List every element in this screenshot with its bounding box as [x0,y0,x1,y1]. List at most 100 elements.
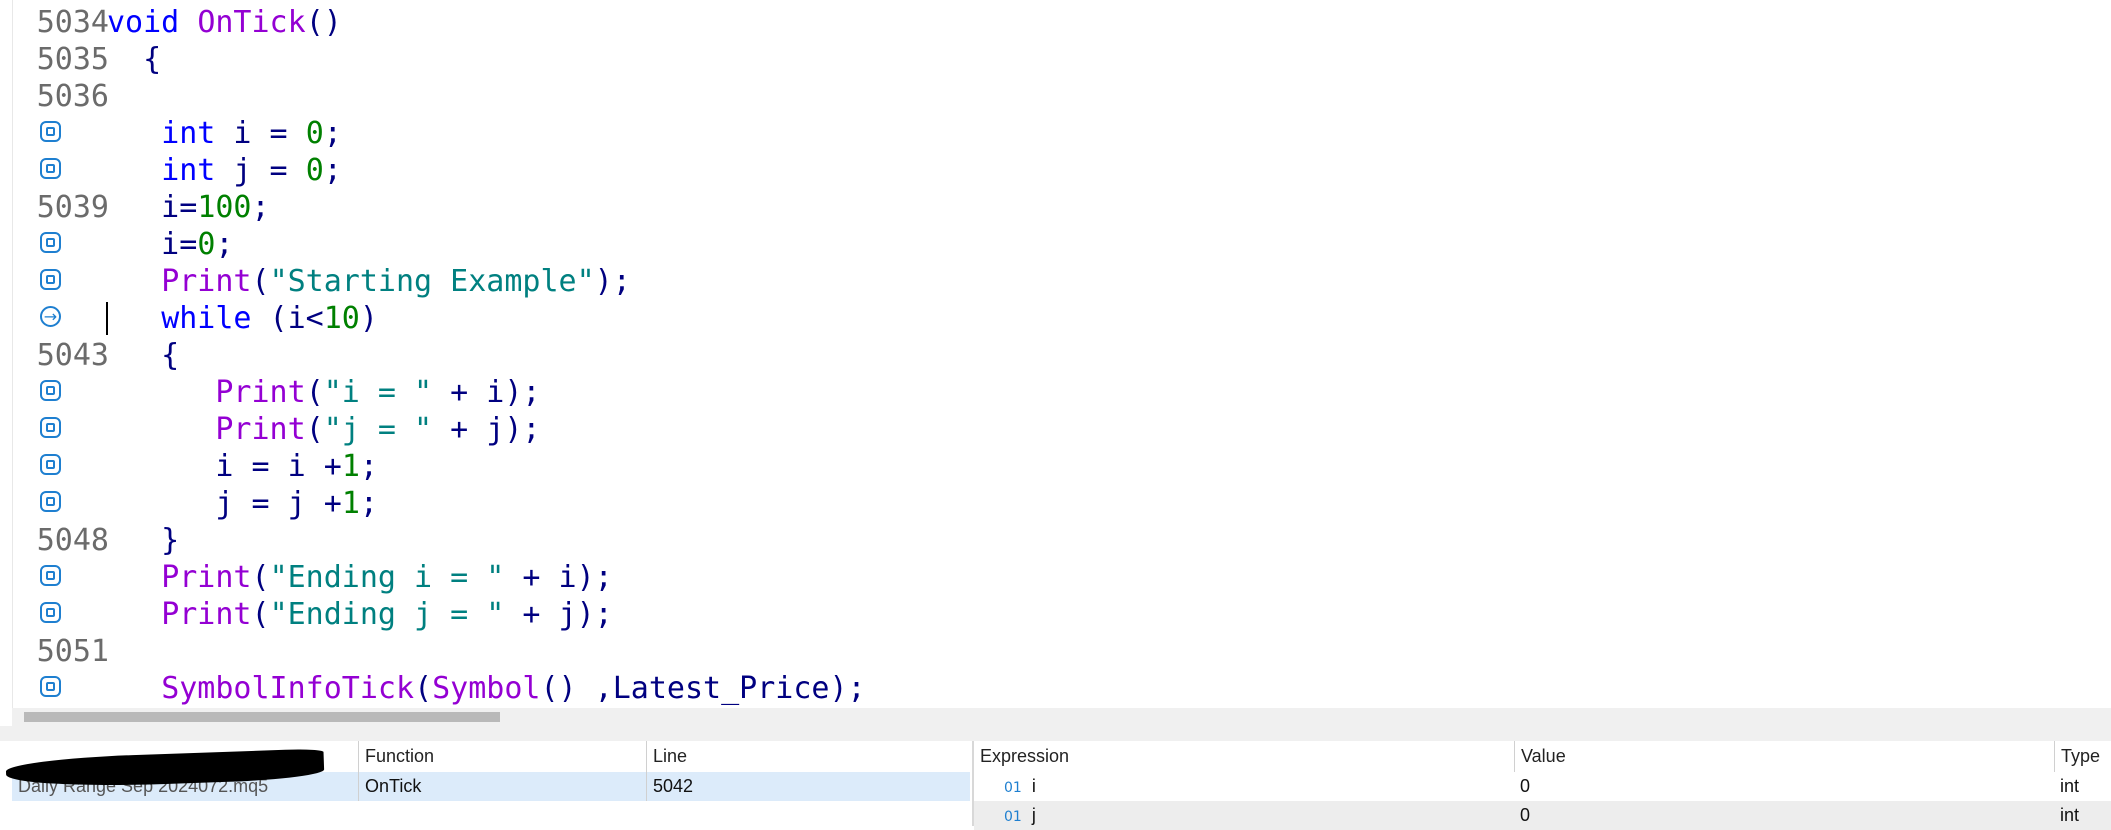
code-text: Print("j = " + j); [107,411,541,448]
code-token: i= [107,227,198,262]
panel-splitter[interactable] [0,726,2111,741]
code-token: i = i + [107,449,342,484]
code-line[interactable]: SymbolInfoTick(Symbol() ,Latest_Price); [12,670,2111,707]
breakpoint-icon[interactable] [40,676,61,697]
code-token: (i< [251,301,324,336]
code-line[interactable]: i=0; [12,226,2111,263]
column-header-type[interactable]: Type [2054,741,2111,772]
code-token: Print [161,597,252,632]
code-token: int [161,116,216,151]
watch-type: int [2060,776,2080,796]
code-token: 10 [323,301,360,336]
code-token: SymbolInfoTick [161,671,415,706]
code-token: ; [323,116,342,151]
code-token: ; [251,190,270,225]
code-line[interactable]: Print("Ending j = " + j); [12,596,2111,633]
code-token: 0 [305,116,324,151]
code-token: int [161,153,216,188]
code-token: "Ending j = " [269,597,505,632]
code-text: SymbolInfoTick(Symbol() ,Latest_Price); [107,670,866,707]
breakpoint-icon[interactable] [40,454,61,475]
code-line[interactable]: 5048 } [12,522,2111,559]
column-header-line[interactable]: Line [646,741,970,772]
line-number: 5039 [36,190,109,225]
code-token: "j = " [323,412,433,447]
breakpoint-icon[interactable] [40,380,61,401]
breakpoint-icon[interactable] [40,232,61,253]
code-token: 100 [197,190,252,225]
line-number: 5043 [36,338,109,373]
watch-expression-text: i [1031,776,1036,796]
breakpoint-icon[interactable] [40,491,61,512]
current-statement-icon[interactable]: → [40,306,61,327]
code-token: "i = " [323,375,433,410]
code-token: "Ending i = " [269,560,505,595]
code-text: } [107,522,179,559]
code-line[interactable]: int i = 0; [12,115,2111,152]
code-token: ; [215,227,234,262]
code-text: i=0; [107,226,233,263]
code-token: ( [251,597,270,632]
code-line[interactable]: 5039 i=100; [12,189,2111,226]
column-header-function[interactable]: Function [358,741,646,772]
code-line[interactable]: 5034 void OnTick() [12,4,2111,41]
code-token: () [305,5,342,40]
code-token: ( [305,375,324,410]
code-token: i = [215,116,306,151]
code-token: j = [215,153,306,188]
call-stack-panel: Function Line Daily Range Sep 2024072.mq… [5,741,970,826]
code-token: Print [215,375,306,410]
code-line[interactable]: → while (i<10) [12,300,2111,337]
code-line[interactable]: 5043 { [12,337,2111,374]
code-text: { [107,337,179,374]
code-line[interactable]: 5036 [12,78,2111,115]
breakpoint-icon[interactable] [40,565,61,586]
code-token: OnTick [197,5,306,40]
watch-row[interactable]: 01 i 0 int [974,772,2111,801]
code-line[interactable]: j = j +1; [12,485,2111,522]
breakpoint-icon[interactable] [40,269,61,290]
breakpoint-icon[interactable] [40,121,61,142]
code-line[interactable]: i = i +1; [12,448,2111,485]
code-text: Print("Ending j = " + j); [107,596,613,633]
code-line[interactable]: 5035 { [12,41,2111,78]
code-editor[interactable]: 5034 void OnTick() 5035 {5036 int i = 0; i… [0,0,2111,712]
line-number: 5034 [36,5,109,40]
line-number: 5048 [36,523,109,558]
breakpoint-icon[interactable] [40,158,61,179]
code-line[interactable]: Print("j = " + j); [12,411,2111,448]
code-line[interactable]: 5051 [12,633,2111,670]
code-text: Print("i = " + i); [107,374,540,411]
code-token: Print [161,560,252,595]
code-line[interactable]: Print("Starting Example"); [12,263,2111,300]
breakpoint-icon[interactable] [40,417,61,438]
variable-icon: 01 [1004,809,1022,825]
breakpoint-icon[interactable] [40,602,61,623]
code-token: ( [305,412,324,447]
code-line[interactable]: int j = 0; [12,152,2111,189]
code-text: Print("Ending i = " + i); [107,559,613,596]
scrollbar-thumb[interactable] [24,712,500,722]
code-text: i=100; [107,189,270,226]
code-line[interactable]: Print("Ending i = " + i); [12,559,2111,596]
column-header-expression[interactable]: Expression [974,741,1514,772]
code-text: int i = 0; [107,115,342,152]
code-token: Print [161,264,252,299]
horizontal-scrollbar[interactable] [12,708,2111,726]
code-line[interactable]: Print("i = " + i); [12,374,2111,411]
code-token: } [107,523,180,558]
code-text: while (i<10) [107,300,378,337]
code-token: 0 [305,153,324,188]
code-token: + j); [432,412,541,447]
watch-panel: Expression Value Type 01 i 0 int 01 j 0 in… [972,741,2111,830]
code-token: () ,Latest_Price); [540,671,866,706]
code-token: while [161,301,252,336]
code-token: ; [323,153,342,188]
column-header-value[interactable]: Value [1514,741,2054,772]
code-token: i= [107,190,198,225]
